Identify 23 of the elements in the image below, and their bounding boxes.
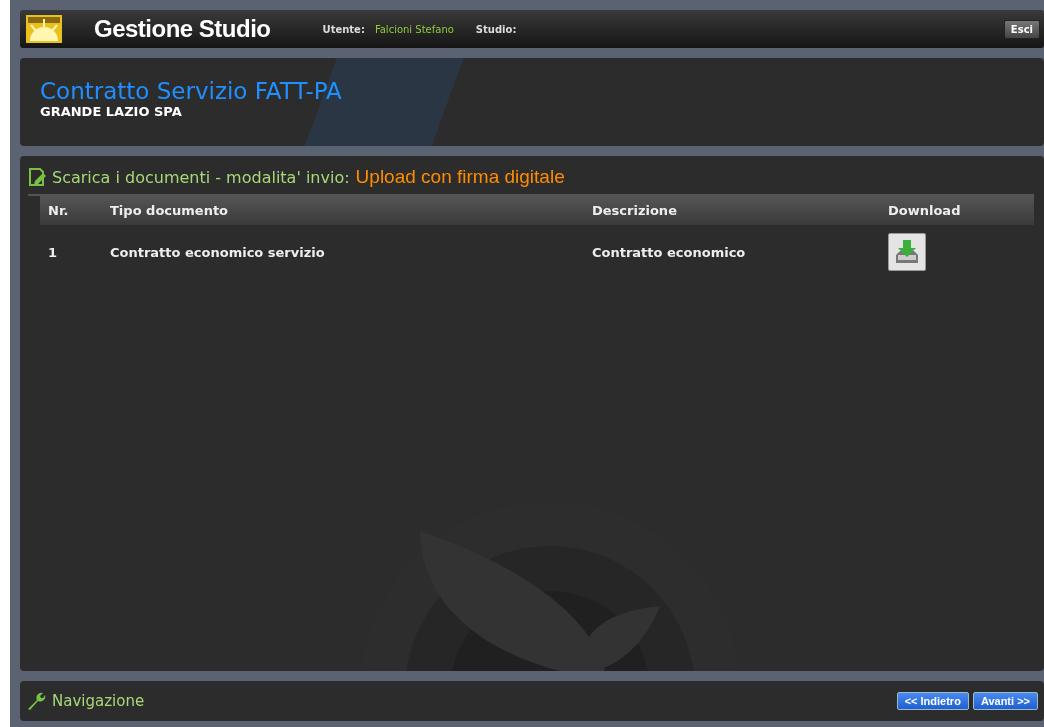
table-cell: Contratto economico servizio <box>110 244 325 260</box>
column-header: Tipo documento <box>110 203 229 218</box>
column-header: Descrizione <box>592 203 677 218</box>
sun-logo-icon <box>26 15 62 43</box>
user-name: Falcioni Stefano <box>374 23 454 35</box>
column-header: Nr. <box>48 203 69 218</box>
company-name: GRANDE LAZIO SPA <box>40 104 183 119</box>
navigation-button[interactable]: << Indietro <box>896 692 969 710</box>
user-label: Utente: <box>322 23 365 35</box>
download-button[interactable] <box>888 233 926 271</box>
navigation-title: Navigazione <box>52 692 145 710</box>
table-cell: 1 <box>48 244 58 260</box>
app-title: Gestione Studio <box>94 15 271 43</box>
navigation-button[interactable]: Avanti >> <box>972 692 1038 710</box>
edit-document-icon <box>28 167 46 187</box>
column-header: Download <box>888 203 961 218</box>
table-cell: Contratto economico <box>592 244 746 260</box>
logout-button[interactable]: Esci <box>1003 19 1040 39</box>
studio-label: Studio: <box>475 23 517 35</box>
section-title: Scarica i documenti - modalita' invio: <box>52 167 350 187</box>
send-mode: Upload con firma digitale <box>355 166 565 188</box>
contract-title: Contratto Servizio FATT-PA <box>40 78 343 104</box>
wrench-icon <box>26 691 46 711</box>
